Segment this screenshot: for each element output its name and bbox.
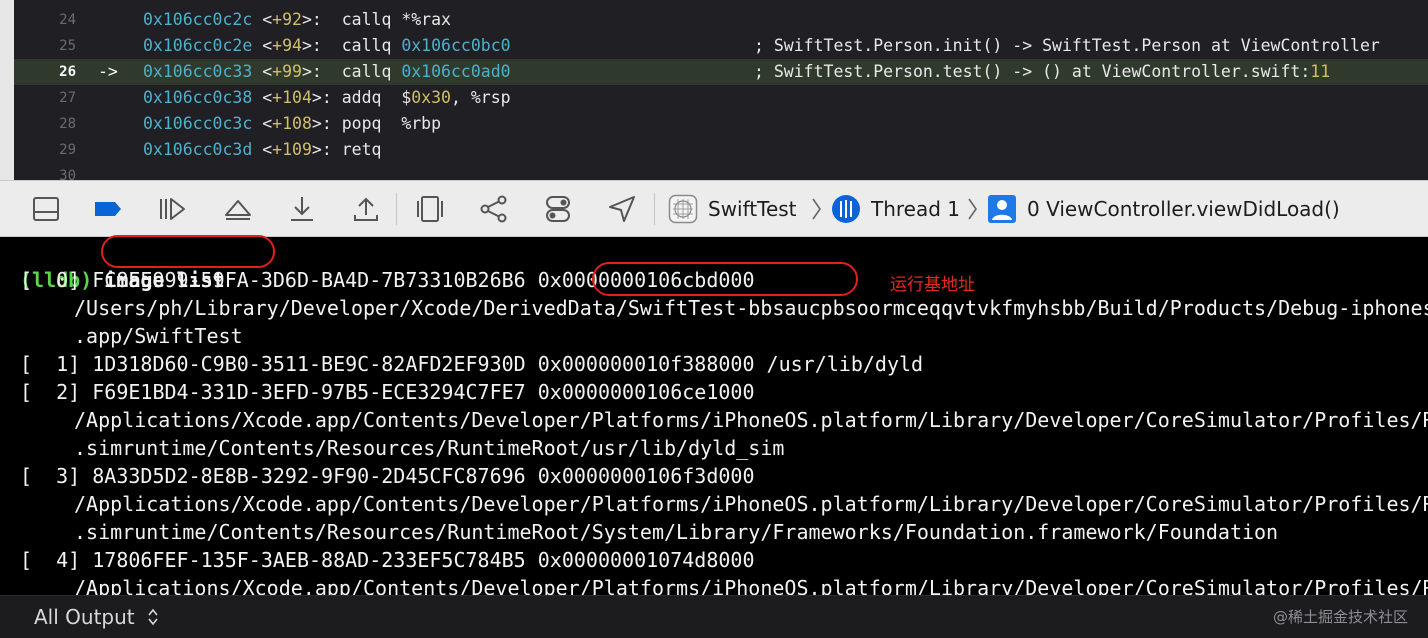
debug-view-hierarchy-button[interactable] [414,193,446,225]
breakpoints-toggle-button[interactable] [92,193,124,225]
continue-button[interactable] [156,193,188,225]
command-highlight-oval [101,235,275,268]
instruction-text: 0x106cc0c38 <+104>: addq $0x30, %rsp [143,88,511,107]
instruction-text: 0x106cc0c2c <+92>: callq *%rax [143,10,451,29]
disassembly-line[interactable]: 27 0x106cc0c38 <+104>: addq $0x30, %rsp [14,85,1428,111]
watermark: @稀土掘金技术社区 [1272,608,1408,626]
disassembly-line[interactable]: 29 0x106cc0c3d <+109>: retq [14,137,1428,163]
chevron-right-icon [810,195,822,223]
line-number: 26 [59,64,76,80]
console-panel-icon [33,197,59,221]
console-output-line: [ 3] 8A33D5D2-8E8B-3292-9F90-2D45CFC8769… [0,462,1428,490]
breadcrumb-thread[interactable]: Thread 1 [871,181,960,236]
console-output-line: .simruntime/Contents/Resources/RuntimeRo… [0,434,1428,462]
console-bottom-bar: All Output @稀土掘金技术社区 [0,595,1428,638]
disassembly-line[interactable]: 25 0x106cc0c2e <+94>: callq 0x106cc0bc0 ; … [14,33,1428,59]
environment-overrides-icon [546,196,570,222]
disassembly-view: 24 0x106cc0c2c <+92>: callq *%rax 25 0x106c… [0,0,1428,180]
memory-graph-icon [480,195,507,223]
memory-graph-button[interactable] [478,193,510,225]
console-output-text: .app/SwiftTest [74,324,243,348]
console-output-line: /Applications/Xcode.app/Contents/Develop… [0,406,1428,434]
step-into-icon [291,197,313,221]
breakpoint-icon [95,202,121,216]
instruction-text: 0x106cc0c2e <+94>: callq 0x106cc0bc0 [143,36,511,55]
console-output-text: [ 2] F69E1BD4-331D-3EFD-97B5-ECE3294C7FE… [20,380,755,404]
base-address-annotation: 运行基地址 [890,275,975,295]
disassembly-line[interactable]: 28 0x106cc0c3c <+108>: popq %rbp [14,111,1428,137]
location-arrow-icon [609,196,635,222]
instruction-comment: ; SwiftTest.Person.init() -> SwiftTest.P… [754,36,1380,55]
disassembly-line[interactable]: 24 0x106cc0c2c <+92>: callq *%rax [14,7,1428,33]
disassembly-line[interactable]: 26 -> 0x106cc0c33 <+99>: callq 0x106cc0ad0… [14,59,1428,85]
line-number: 28 [59,116,76,132]
instruction-text: 0x106cc0c3c <+108>: popq %rbp [143,114,442,133]
stack-frame-user-icon [987,194,1017,224]
console-output-line: /Applications/Xcode.app/Contents/Develop… [0,574,1428,595]
breadcrumb-target[interactable]: SwiftTest [708,181,797,236]
debug-bar: SwiftTest Thread 1 0 ViewController.view… [0,180,1428,237]
base-address-highlight-oval [592,262,858,296]
console-output-line: /Applications/Xcode.app/Contents/Develop… [0,490,1428,518]
thread-icon [831,194,861,224]
toolbar-separator [396,193,397,225]
continue-icon [160,198,185,220]
console-output-text: /Applications/Xcode.app/Contents/Develop… [74,408,1428,432]
line-number: 27 [59,90,76,106]
toggle-console-button[interactable] [30,193,62,225]
line-number: 30 [59,168,76,180]
step-over-button[interactable] [222,193,254,225]
console-output-text: [ 3] 8A33D5D2-8E8B-3292-9F90-2D45CFC8769… [20,464,755,488]
console-output-text: [ 1] 1D318D60-C9B0-3511-BE9C-82AFD2EF930… [20,352,924,376]
console-output-text: .simruntime/Contents/Resources/RuntimeRo… [74,436,785,460]
console-output-text: .simruntime/Contents/Resources/RuntimeRo… [74,520,1279,544]
instruction-text: 0x106cc0c33 <+99>: callq 0x106cc0ad0 [143,62,511,81]
instruction-text: 0x106cc0c3d <+109>: retq [143,140,402,159]
toolbar-separator [654,193,655,225]
breadcrumb-stack-frame[interactable]: 0 ViewController.viewDidLoad() [1027,181,1340,236]
console-output-line: .app/SwiftTest [0,322,1428,350]
simulate-location-button[interactable] [606,193,638,225]
console-output-text: /Applications/Xcode.app/Contents/Develop… [74,576,1428,595]
chevron-right-icon [966,195,978,223]
view-hierarchy-icon [417,196,443,222]
step-out-button[interactable] [350,193,382,225]
console-output-line: [ 1] 1D318D60-C9B0-3511-BE9C-82AFD2EF930… [0,350,1428,378]
console-output-line: .simruntime/Contents/Resources/RuntimeRo… [0,518,1428,546]
environment-overrides-button[interactable] [542,193,574,225]
line-number: 29 [59,142,76,158]
output-filter-popup[interactable]: All Output [34,596,135,638]
line-number: 25 [59,38,76,54]
up-down-chevron-icon[interactable] [146,607,160,627]
console-output-line: [ 2] F69E1BD4-331D-3EFD-97B5-ECE3294C7FE… [0,378,1428,406]
console-output-text: /Applications/Xcode.app/Contents/Develop… [74,492,1428,516]
console-output-line: /Users/ph/Library/Developer/Xcode/Derive… [0,294,1428,322]
console-output-line: [ 4] 17806FEF-135F-3AEB-88AD-233EF5C784B… [0,546,1428,574]
console-output-text: [ 4] 17806FEF-135F-3AEB-88AD-233EF5C784B… [20,548,755,572]
current-instruction-arrow: -> [98,62,118,81]
step-out-icon [354,197,378,221]
step-over-icon [225,200,251,220]
app-target-icon [668,194,698,224]
step-into-button[interactable] [286,193,318,225]
line-number: 24 [59,12,76,28]
instruction-comment: ; SwiftTest.Person.test() -> () at ViewC… [754,62,1331,81]
disassembly-line[interactable]: 30 [14,163,1428,180]
navigator-edge [0,0,14,180]
console-output-text: /Users/ph/Library/Developer/Xcode/Derive… [74,296,1428,320]
